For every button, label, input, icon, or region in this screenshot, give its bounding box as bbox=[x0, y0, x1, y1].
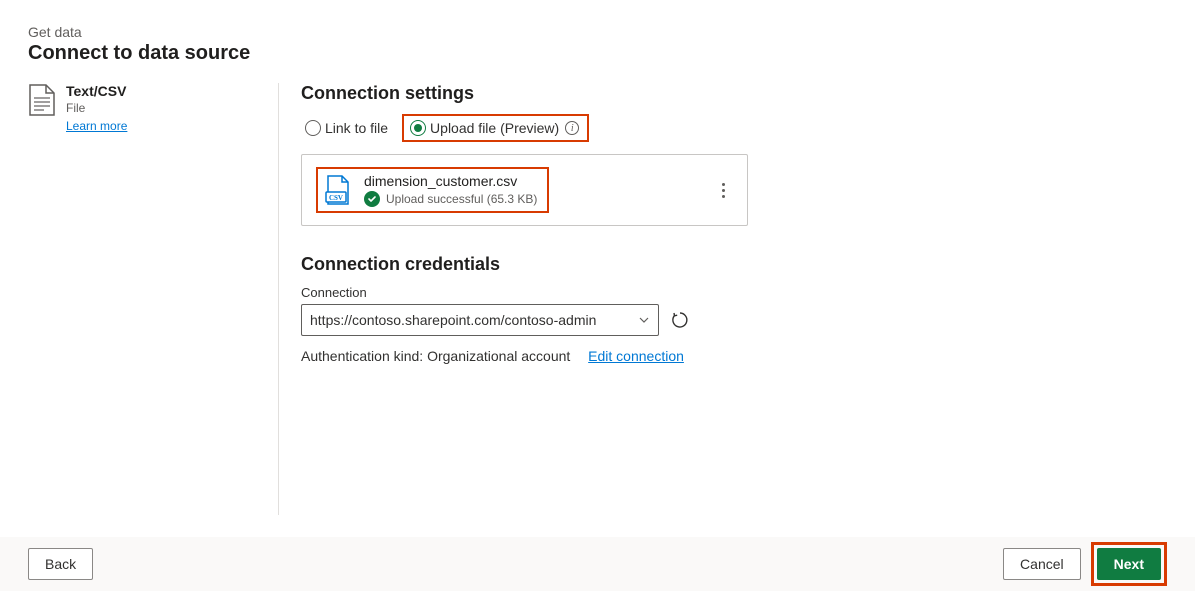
success-check-icon bbox=[364, 191, 380, 207]
file-status-text: Upload successful (65.3 KB) bbox=[386, 192, 537, 206]
connection-credentials-title: Connection credentials bbox=[301, 254, 761, 275]
back-button[interactable]: Back bbox=[28, 548, 93, 580]
authentication-kind-text: Authentication kind: Organizational acco… bbox=[301, 348, 570, 364]
chevron-down-icon bbox=[638, 314, 650, 326]
radio-upload-label: Upload file (Preview) bbox=[430, 120, 559, 136]
radio-link-to-file[interactable]: Link to file bbox=[301, 118, 392, 138]
connection-field-label: Connection bbox=[301, 285, 761, 300]
info-icon[interactable]: i bbox=[565, 121, 579, 135]
svg-text:CSV: CSV bbox=[329, 194, 343, 202]
more-options-icon[interactable] bbox=[713, 179, 733, 202]
next-button-highlight: Next bbox=[1091, 542, 1167, 586]
learn-more-link[interactable]: Learn more bbox=[66, 119, 127, 133]
connection-select-value: https://contoso.sharepoint.com/contoso-a… bbox=[310, 312, 596, 328]
file-highlight: CSV dimension_customer.csv bbox=[316, 167, 549, 213]
next-button[interactable]: Next bbox=[1097, 548, 1161, 580]
vertical-divider bbox=[278, 83, 279, 515]
radio-link-label: Link to file bbox=[325, 120, 388, 136]
page-title: Connect to data source bbox=[28, 42, 1167, 65]
cancel-button[interactable]: Cancel bbox=[1003, 548, 1081, 580]
document-icon bbox=[28, 83, 56, 117]
connection-settings-title: Connection settings bbox=[301, 83, 761, 104]
source-title: Text/CSV bbox=[66, 83, 127, 99]
edit-connection-link[interactable]: Edit connection bbox=[588, 348, 684, 364]
upload-file-highlight: Upload file (Preview) i bbox=[402, 114, 589, 142]
csv-file-icon: CSV bbox=[324, 174, 352, 206]
refresh-icon[interactable] bbox=[671, 311, 689, 329]
radio-upload-file[interactable]: Upload file (Preview) i bbox=[406, 118, 583, 138]
connection-select[interactable]: https://contoso.sharepoint.com/contoso-a… bbox=[301, 304, 659, 336]
breadcrumb: Get data bbox=[28, 24, 1167, 40]
uploaded-file-card: CSV dimension_customer.csv bbox=[301, 154, 748, 226]
source-summary: Text/CSV File Learn more bbox=[28, 83, 278, 515]
radio-unselected-icon bbox=[305, 120, 321, 136]
footer-bar: Back Cancel Next bbox=[0, 537, 1195, 591]
source-subtitle: File bbox=[66, 101, 127, 115]
radio-selected-icon bbox=[410, 120, 426, 136]
file-name: dimension_customer.csv bbox=[364, 173, 537, 189]
